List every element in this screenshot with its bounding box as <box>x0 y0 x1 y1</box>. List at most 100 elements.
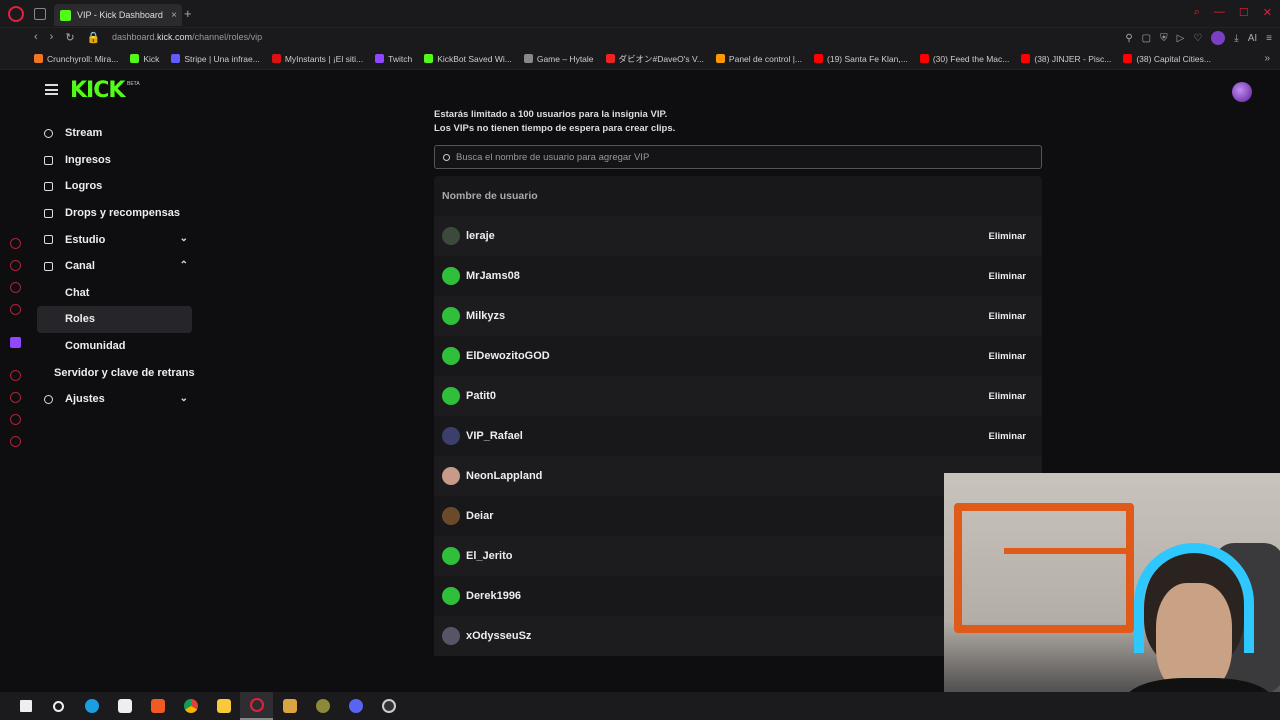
opera-logo-icon[interactable] <box>8 6 24 22</box>
url-field[interactable]: dashboard.kick.com/channel/roles/vip <box>112 32 262 42</box>
pin-icon[interactable]: ⚲ <box>1125 33 1132 44</box>
sidebar-app-icon[interactable] <box>10 392 21 403</box>
edge-icon[interactable] <box>75 692 108 720</box>
table-row: MrJams08 Eliminar <box>434 256 1042 296</box>
bookmark-item[interactable]: Kick <box>130 54 159 64</box>
back-icon[interactable]: ‹ <box>34 31 38 44</box>
obs-icon[interactable] <box>372 692 405 720</box>
username[interactable]: VIP_Rafael <box>466 430 523 442</box>
user-avatar[interactable] <box>1232 82 1252 102</box>
bookmark-item[interactable]: (38) JINJER - Pisc... <box>1021 54 1111 64</box>
sidebar-item-canal[interactable]: Canal ⌃ <box>32 253 202 280</box>
download-icon[interactable]: ⤓ <box>1234 33 1238 44</box>
username[interactable]: Milkyzs <box>466 310 505 322</box>
sidebar-app-icon[interactable] <box>10 414 21 425</box>
twitch-icon[interactable] <box>10 337 21 348</box>
sidebar-item-logros[interactable]: Logros <box>32 173 202 200</box>
play-icon[interactable]: ▷ <box>1177 33 1185 44</box>
remove-vip-button[interactable]: Eliminar <box>989 391 1027 402</box>
shield-icon[interactable]: ⛨ <box>1160 33 1168 44</box>
store-icon[interactable] <box>108 692 141 720</box>
bookmark-item[interactable]: Game – Hytale <box>523 54 594 64</box>
username[interactable]: Patit0 <box>466 390 496 402</box>
profile-avatar[interactable] <box>1211 31 1226 45</box>
bookmark-label: Kick <box>143 53 160 64</box>
username[interactable]: El_Jerito <box>466 550 512 562</box>
hamburger-menu-icon[interactable] <box>45 84 58 95</box>
maximize-icon[interactable]: ☐ <box>1239 6 1249 19</box>
search-tabs-icon[interactable]: ⌕ <box>1194 6 1200 19</box>
studio-icon <box>44 235 53 245</box>
username[interactable]: MrJams08 <box>466 270 520 282</box>
menu-icon[interactable]: ≡ <box>1266 33 1272 44</box>
gift-icon <box>44 208 53 218</box>
store-glyph <box>117 699 132 713</box>
bookmark-item[interactable]: (38) Capital Cities... <box>1123 54 1211 64</box>
brave-icon[interactable] <box>141 692 174 720</box>
username[interactable]: xOdysseuSz <box>466 630 531 642</box>
avatar <box>442 387 460 405</box>
sidebar-item-stream[interactable]: Stream <box>32 120 202 147</box>
sidebar-item-drops[interactable]: Drops y recompensas <box>32 200 202 227</box>
media-icon[interactable] <box>273 692 306 720</box>
sidebar-item-chat[interactable]: Chat <box>32 280 202 307</box>
bookmark-item[interactable]: (30) Feed the Mac... <box>919 54 1009 64</box>
heart-icon[interactable]: ♡ <box>1193 33 1202 44</box>
chrome-icon[interactable] <box>174 692 207 720</box>
sidebar-app-icon[interactable] <box>10 238 21 249</box>
remove-vip-button[interactable]: Eliminar <box>989 351 1027 362</box>
file-explorer-icon[interactable] <box>207 692 240 720</box>
sidebar-item-label: Estudio <box>65 233 106 246</box>
sidebar-app-icon[interactable] <box>10 260 21 271</box>
bookmark-item[interactable]: KickBot Saved Wi... <box>424 54 512 64</box>
game-icon[interactable] <box>306 692 339 720</box>
sidebar-item-roles[interactable]: Roles <box>37 306 192 333</box>
sidebar-item-ajustes[interactable]: Ajustes ⌄ <box>32 386 202 413</box>
bookmark-item[interactable]: Stripe | Una infrae... <box>171 54 260 64</box>
bookmark-item[interactable]: Twitch <box>375 54 412 64</box>
gear-icon <box>44 394 53 404</box>
search-icon[interactable] <box>42 692 75 720</box>
username[interactable]: ElDewozitoGOD <box>466 350 550 362</box>
sidebar-app-icon[interactable] <box>10 304 21 315</box>
remove-vip-button[interactable]: Eliminar <box>989 231 1027 242</box>
remove-vip-button[interactable]: Eliminar <box>989 431 1027 442</box>
bookmark-item[interactable]: Panel de control |... <box>715 54 802 64</box>
remove-vip-button[interactable]: Eliminar <box>989 271 1027 282</box>
sidebar-app-icon[interactable] <box>10 370 21 381</box>
settings-icon[interactable] <box>10 436 21 447</box>
sidebar-item-ingresos[interactable]: Ingresos <box>32 147 202 174</box>
browser-tab-active[interactable]: VIP - Kick Dashboard × <box>54 4 182 26</box>
new-tab-icon[interactable]: + <box>184 6 192 21</box>
username[interactable]: NeonLappland <box>466 470 542 482</box>
minimize-icon[interactable]: — <box>1214 6 1225 19</box>
tab-overview-icon[interactable] <box>34 8 46 20</box>
reload-icon[interactable]: ↻ <box>65 31 74 44</box>
username[interactable]: leraje <box>466 230 495 242</box>
windows-start-icon[interactable] <box>9 692 42 720</box>
forward-icon[interactable]: › <box>50 31 54 44</box>
bookmark-item[interactable]: (19) Santa Fe Klan,... <box>814 54 908 64</box>
opera-icon[interactable] <box>240 692 273 720</box>
kick-header: KICK BETA <box>32 70 1280 112</box>
ai-button[interactable]: AI <box>1248 33 1257 44</box>
bookmark-item[interactable]: ダビオン#DaveO's V... <box>605 53 704 65</box>
bookmarks-overflow-icon[interactable]: » <box>1264 53 1270 64</box>
sidebar-item-estudio[interactable]: Estudio ⌄ <box>32 226 202 253</box>
kick-logo[interactable]: KICK <box>70 78 125 103</box>
lock-icon[interactable]: 🔒 <box>87 31 101 44</box>
close-tab-icon[interactable]: × <box>171 10 177 21</box>
discord-icon[interactable] <box>339 692 372 720</box>
snapshot-icon[interactable]: ▢ <box>1142 33 1151 44</box>
search-input[interactable]: Busca el nombre de usuario para agregar … <box>434 145 1042 169</box>
sidebar-item-comunidad[interactable]: Comunidad <box>32 333 202 360</box>
sidebar-item-servidor[interactable]: Servidor y clave de retrans <box>32 359 202 386</box>
bookmark-item[interactable]: MyInstants | ¡El siti... <box>271 54 363 64</box>
username[interactable]: Deiar <box>466 510 494 522</box>
username[interactable]: Derek1996 <box>466 590 521 602</box>
close-window-icon[interactable]: ✕ <box>1263 6 1272 19</box>
bookmark-item[interactable]: Crunchyroll: Mira... <box>34 54 118 64</box>
bookmark-label: ダビオン#DaveO's V... <box>618 53 704 64</box>
sidebar-app-icon[interactable] <box>10 282 21 293</box>
remove-vip-button[interactable]: Eliminar <box>989 311 1027 322</box>
